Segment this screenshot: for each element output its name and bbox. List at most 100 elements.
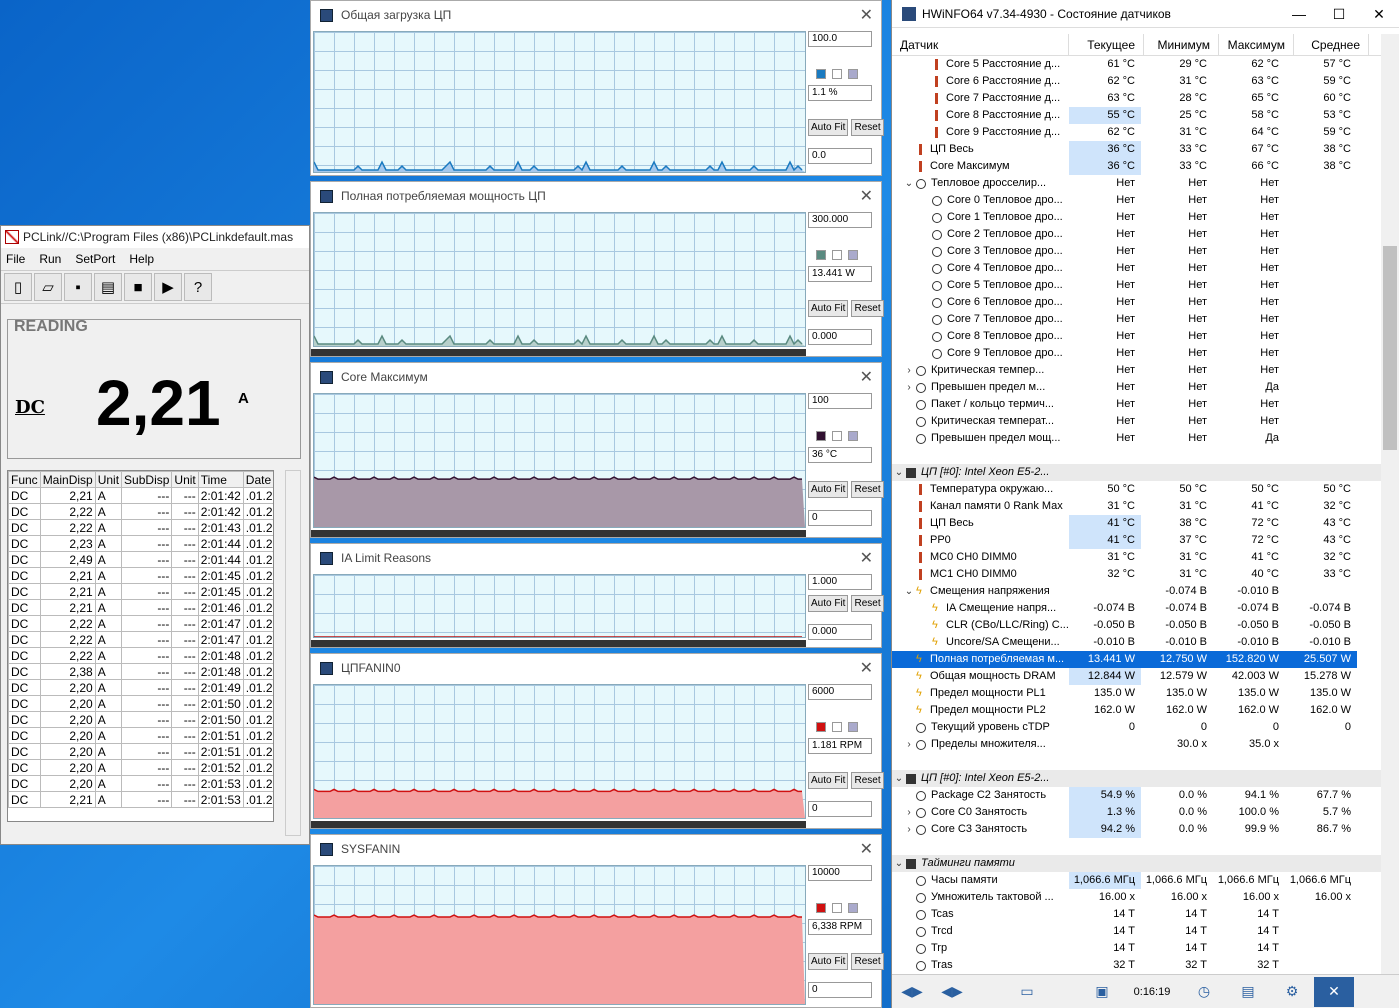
bg-color-swatch[interactable] (832, 722, 842, 732)
sensor-row[interactable]: Core 9 Тепловое дро... Нет Нет Нет (892, 345, 1382, 362)
new-file-icon[interactable]: ▯ (4, 273, 32, 301)
sensor-row[interactable]: ϟ Предел мощности PL2 162.0 W 162.0 W 162.0 … (892, 702, 1382, 719)
maximize-icon[interactable]: ☐ (1319, 0, 1359, 28)
menu-setport[interactable]: SetPort (75, 252, 115, 266)
sensor-row[interactable]: Core 8 Тепловое дро... Нет Нет Нет (892, 328, 1382, 345)
sensor-row[interactable]: Критическая температ... Нет Нет Нет (892, 413, 1382, 430)
graph-title-bar[interactable]: Общая загрузка ЦП (311, 1, 881, 29)
reset-button[interactable]: Reset (851, 119, 884, 136)
column-header[interactable]: Date (242, 471, 273, 488)
graph-scrollbar[interactable] (311, 640, 806, 647)
col-avg[interactable]: Среднее (1294, 34, 1369, 55)
sensor-row[interactable]: Tras 32 T 32 T 32 T (892, 957, 1382, 974)
sensor-row[interactable]: Package C2 Занятость 54.9 % 0.0 % 94.1 % 67.… (892, 787, 1382, 804)
table-row[interactable]: DC2,22A------2:01:42.01.2023 (8, 503, 273, 520)
graph-color-swatches[interactable] (816, 722, 878, 732)
graph-min-field[interactable]: 0.0 (808, 148, 872, 164)
table-row[interactable]: DC2,22A------2:01:47.01.2023 (8, 615, 273, 632)
stop-icon[interactable]: ■ (124, 273, 152, 301)
graph-window[interactable]: ЦПFANIN0 ✕ 6000 1.181 RPM Auto Fit Reset 0 (310, 653, 884, 829)
sensor-row[interactable]: ϟ Uncore/SA Смещени... -0.010 В -0.010 В -0.… (892, 634, 1382, 651)
reset-button[interactable]: Reset (851, 595, 884, 612)
nav-arrows-icon[interactable]: ◀▶ (892, 977, 932, 1007)
close-icon[interactable]: ✕ (860, 367, 873, 387)
sensor-row[interactable]: MC1 CH0 DIMM0 32 °C 31 °C 40 °C 33 °C (892, 566, 1382, 583)
table-row[interactable]: DC2,49A------2:01:44.01.2023 (8, 551, 273, 568)
sensor-row[interactable]: ⌄ ЦП [#0]: Intel Xeon E5-2... (892, 464, 1382, 481)
auto-fit-button[interactable]: Auto Fit (808, 772, 849, 789)
sensor-row[interactable]: › Core C3 Занятость 94.2 % 0.0 % 99.9 % 86.7 … (892, 821, 1382, 838)
pclink-title-bar[interactable]: PCLink//C:\Program Files (x86)\PCLinkdef… (1, 226, 309, 248)
chevron-right-icon[interactable]: › (902, 736, 916, 753)
table-row[interactable]: DC2,21A------2:01:42.01.2023 (8, 487, 273, 504)
chevron-down-icon[interactable]: ⌄ (892, 770, 906, 787)
close-icon[interactable]: ✕ (860, 186, 873, 206)
table-row[interactable]: DC2,20A------2:01:51.01.2023 (8, 743, 273, 760)
auto-fit-button[interactable]: Auto Fit (808, 595, 849, 612)
sensor-row[interactable]: Trcd 14 T 14 T 14 T (892, 923, 1382, 940)
graph-max-field[interactable]: 100 (808, 393, 872, 409)
column-header[interactable]: Time (197, 471, 244, 488)
table-row[interactable]: DC2,21A------2:01:45.01.2023 (8, 567, 273, 584)
table-scrollbar[interactable] (285, 470, 301, 836)
reset-button[interactable]: Reset (851, 953, 884, 970)
chevron-right-icon[interactable]: › (902, 379, 916, 396)
graph-title-bar[interactable]: ЦПFANIN0 (311, 654, 881, 682)
table-row[interactable]: DC2,21A------2:01:45.01.2023 (8, 583, 273, 600)
graph-color-swatches[interactable] (816, 69, 878, 79)
sensor-row[interactable] (892, 753, 1382, 770)
column-header[interactable]: MainDisp (39, 471, 96, 488)
print-icon[interactable]: ▤ (94, 273, 122, 301)
graph-title-bar[interactable]: Полная потребляемая мощность ЦП (311, 182, 881, 210)
graph-color-swatches[interactable] (816, 250, 878, 260)
sensor-row[interactable]: ϟ Общая мощность DRAM 12.844 W 12.579 W 42.0… (892, 668, 1382, 685)
graph-min-field[interactable]: 0.000 (808, 329, 872, 345)
table-row[interactable]: DC2,20A------2:01:53.01.2023 (8, 775, 273, 792)
chevron-down-icon[interactable]: ⌄ (892, 855, 906, 872)
exit-icon[interactable]: ✕ (1314, 976, 1354, 1007)
table-row[interactable]: DC2,22A------2:01:43.01.2023 (8, 519, 273, 536)
sensor-row[interactable]: Core 6 Тепловое дро... Нет Нет Нет (892, 294, 1382, 311)
grid-color-swatch[interactable] (848, 250, 858, 260)
table-row[interactable]: DC2,20A------2:01:51.01.2023 (8, 727, 273, 744)
auto-fit-button[interactable]: Auto Fit (808, 953, 849, 970)
grid-color-swatch[interactable] (848, 431, 858, 441)
nav-back-icon[interactable]: ◀▶ (932, 977, 972, 1007)
sensor-row[interactable]: Core 5 Тепловое дро... Нет Нет Нет (892, 277, 1382, 294)
table-row[interactable]: DC2,21A------2:01:46.01.2023 (8, 599, 273, 616)
line-color-swatch[interactable] (816, 431, 826, 441)
sensor-row[interactable]: Core 5 Расстояние д... 61 °C 29 °C 62 °C 57 … (892, 56, 1382, 73)
sensor-row[interactable]: Умножитель тактовой ... 16.00 x 16.00 x 16.… (892, 889, 1382, 906)
table-row[interactable]: DC2,38A------2:01:48.01.2023 (8, 663, 273, 680)
graph-title-bar[interactable]: Core Максимум (311, 363, 881, 391)
sensor-row[interactable]: › Пределы множителя... 30.0 x 35.0 x (892, 736, 1382, 753)
graph-max-field[interactable]: 6000 (808, 684, 872, 700)
sensor-row[interactable]: › Критическая темпер... Нет Нет Нет (892, 362, 1382, 379)
col-min[interactable]: Минимум (1144, 34, 1219, 55)
auto-fit-button[interactable]: Auto Fit (808, 481, 849, 498)
sensor-row[interactable]: Core 9 Расстояние д... 62 °C 31 °C 64 °C 59 … (892, 124, 1382, 141)
table-row[interactable]: DC2,20A------2:01:50.01.2023 (8, 695, 273, 712)
scrollbar-thumb[interactable] (1383, 246, 1397, 450)
graph-scrollbar[interactable] (311, 821, 806, 828)
auto-fit-button[interactable]: Auto Fit (808, 300, 849, 317)
sensor-row[interactable]: PP0 41 °C 37 °C 72 °C 43 °C (892, 532, 1382, 549)
column-header[interactable]: Unit (94, 471, 123, 488)
graph-min-field[interactable]: 0 (808, 801, 872, 817)
line-color-swatch[interactable] (816, 69, 826, 79)
graph-max-field[interactable]: 1.000 (808, 574, 872, 590)
sensor-row[interactable]: ⌄ Тайминги памяти (892, 855, 1382, 872)
sensor-row[interactable]: Текущий уровень cTDP 0 0 0 0 (892, 719, 1382, 736)
sensor-row[interactable]: ⌄ ϟ Смещения напряжения -0.074 В -0.010 В (892, 583, 1382, 600)
graph-max-field[interactable]: 300.000 (808, 212, 872, 228)
menu-run[interactable]: Run (39, 252, 61, 266)
graph-color-swatches[interactable] (816, 431, 878, 441)
menu-help[interactable]: Help (129, 252, 154, 266)
table-row[interactable]: DC2,20A------2:01:52.01.2023 (8, 759, 273, 776)
sensor-row[interactable]: ⌄ ЦП [#0]: Intel Xeon E5-2... (892, 770, 1382, 787)
sensor-row[interactable]: Core 7 Расстояние д... 63 °C 28 °C 65 °C 60 … (892, 90, 1382, 107)
sensor-row[interactable]: ЦП Весь 41 °C 38 °C 72 °C 43 °C (892, 515, 1382, 532)
col-current[interactable]: Текущее (1069, 34, 1144, 55)
run-icon[interactable]: ▶ (154, 273, 182, 301)
table-row[interactable]: DC2,23A------2:01:44.01.2023 (8, 535, 273, 552)
